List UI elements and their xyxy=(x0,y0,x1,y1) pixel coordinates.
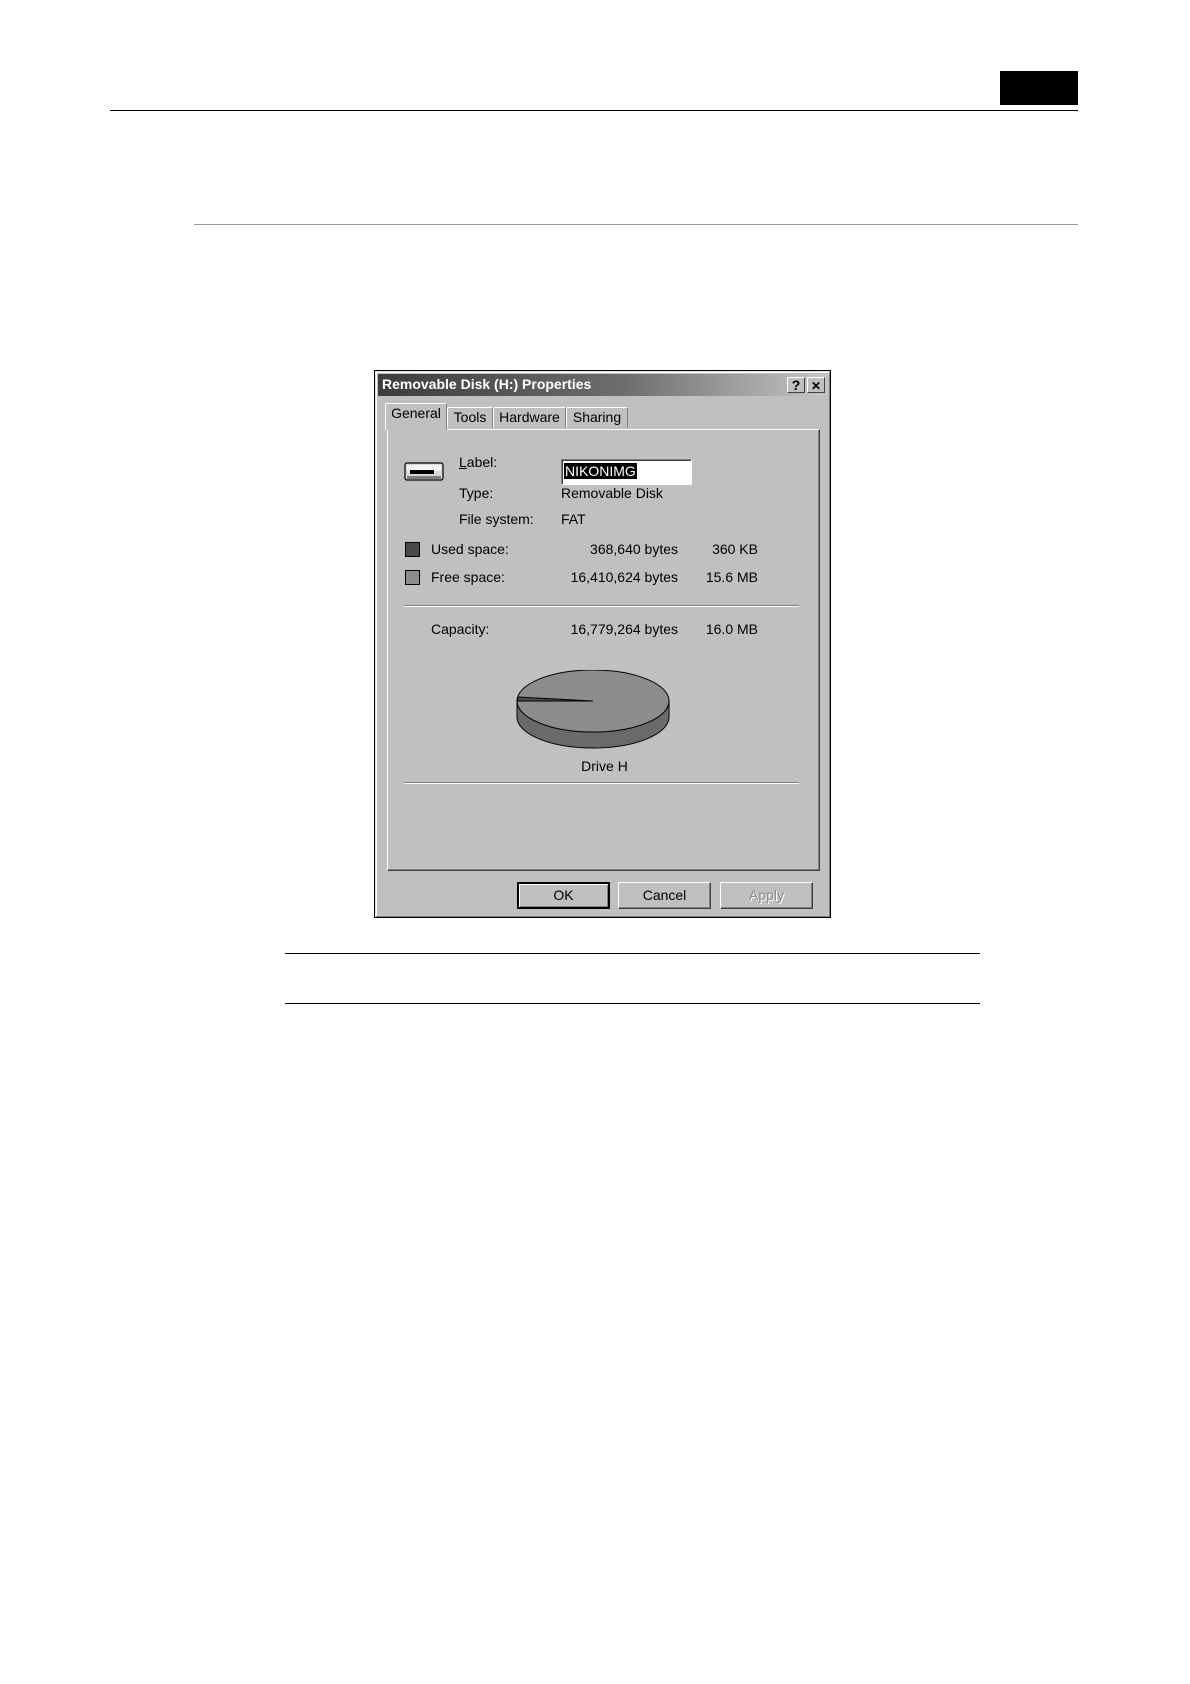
filesystem-value: FAT xyxy=(561,511,586,527)
close-button[interactable]: ✕ xyxy=(807,377,825,393)
separator-upper xyxy=(404,605,799,607)
used-space-caption: Used space: xyxy=(431,541,509,557)
cancel-button[interactable]: Cancel xyxy=(618,882,711,909)
tab-general[interactable]: General xyxy=(385,403,447,430)
free-space-size: 15.6 MB xyxy=(705,569,758,585)
filesystem-caption: File system: xyxy=(459,511,534,527)
free-space-bytes: 16,410,624 bytes xyxy=(570,569,678,585)
used-space-swatch xyxy=(405,542,420,557)
label-input-value: NIKONIMG xyxy=(564,463,637,479)
label-input[interactable]: NIKONIMG xyxy=(561,459,692,485)
drive-usage-pie xyxy=(516,670,670,749)
capacity-caption: Capacity: xyxy=(431,621,490,637)
label-caption: Label: xyxy=(459,454,498,470)
separator-lower xyxy=(404,782,799,784)
note-rule-bottom xyxy=(285,1003,980,1004)
header-rule xyxy=(110,110,1078,111)
capacity-bytes: 16,779,264 bytes xyxy=(570,621,678,637)
type-value: Removable Disk xyxy=(561,485,663,501)
used-space-size: 360 KB xyxy=(712,541,758,557)
free-space-caption: Free space: xyxy=(431,569,505,585)
section-rule xyxy=(194,224,1078,225)
type-caption: Type: xyxy=(459,485,494,501)
capacity-size: 16.0 MB xyxy=(705,621,758,637)
general-panel: Label: NIKONIMG Type: Removable Disk Fil… xyxy=(387,429,820,871)
help-icon: ? xyxy=(791,377,801,393)
help-button[interactable]: ? xyxy=(787,377,805,393)
drive-caption: Drive H xyxy=(581,758,628,774)
tab-sharing[interactable]: Sharing xyxy=(566,407,628,428)
properties-dialog: Removable Disk (H:) Properties ? ✕ Gener… xyxy=(374,370,831,918)
removable-drive-icon xyxy=(404,462,444,481)
tab-hardware[interactable]: Hardware xyxy=(493,407,566,428)
used-space-bytes: 368,640 bytes xyxy=(590,541,678,557)
dialog-title: Removable Disk (H:) Properties xyxy=(382,376,592,392)
ok-button[interactable]: OK xyxy=(517,882,610,909)
title-bar[interactable]: Removable Disk (H:) Properties ? ✕ xyxy=(378,374,827,396)
note-rule-top xyxy=(285,953,980,954)
close-icon: ✕ xyxy=(810,379,822,393)
apply-label: Apply xyxy=(748,887,785,903)
apply-button[interactable]: Apply xyxy=(720,882,813,909)
page-tab-marker xyxy=(1000,71,1078,105)
tab-tools[interactable]: Tools xyxy=(447,407,493,428)
free-space-swatch xyxy=(405,570,420,585)
